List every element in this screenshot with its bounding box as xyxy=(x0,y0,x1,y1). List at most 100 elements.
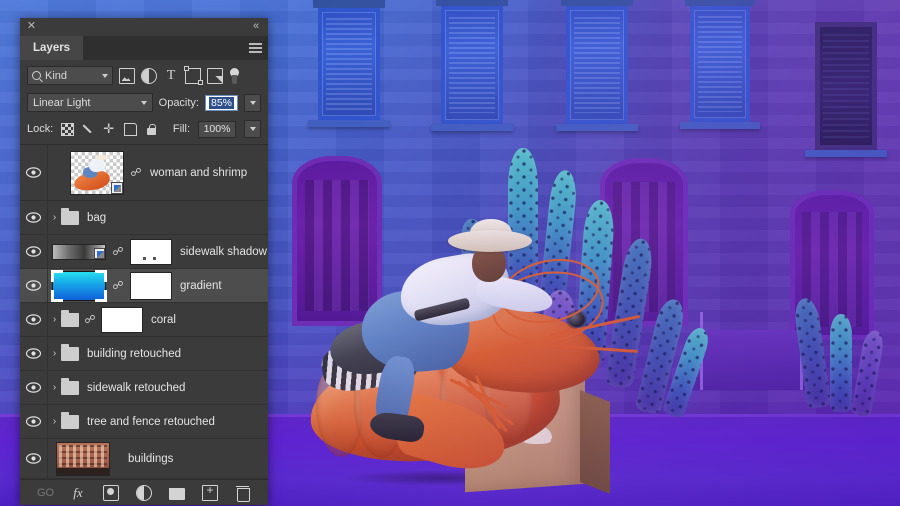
layer-visibility-toggle[interactable] xyxy=(20,145,48,200)
cowboy-hat-icon xyxy=(448,230,532,252)
filter-kind-label: Kind xyxy=(45,69,68,82)
layers-panel-footer: GO fx xyxy=(20,479,268,505)
group-expand-toggle[interactable]: › xyxy=(48,382,61,393)
layer-name[interactable]: building retouched xyxy=(87,348,181,360)
chevron-down-icon xyxy=(102,73,108,78)
layer-name[interactable]: sidewalk retouched xyxy=(87,382,185,394)
link-icon[interactable]: ☍ xyxy=(84,313,96,326)
layer-row-building-retouched[interactable]: › building retouched xyxy=(20,337,268,371)
layer-visibility-toggle[interactable] xyxy=(20,337,48,370)
layer-name[interactable]: woman and shrimp xyxy=(150,167,247,179)
layer-name[interactable]: gradient xyxy=(180,280,222,292)
opacity-input[interactable]: 85% xyxy=(205,94,238,111)
woman-and-shrimp-composite: Seafood xyxy=(300,219,720,495)
lock-transparent-pixels-icon[interactable] xyxy=(61,122,75,136)
lock-label: Lock: xyxy=(27,123,54,135)
layer-name[interactable]: bag xyxy=(87,212,106,224)
layer-visibility-toggle[interactable] xyxy=(20,439,48,478)
layer-thumbnail[interactable] xyxy=(56,441,110,476)
double-chevron-left-icon[interactable]: « xyxy=(248,20,263,33)
window xyxy=(685,0,755,122)
layer-thumbnail[interactable] xyxy=(70,150,124,195)
folder-icon[interactable] xyxy=(61,309,79,327)
add-layer-mask-button[interactable] xyxy=(103,484,119,501)
coral-cluster-right xyxy=(790,288,900,438)
close-icon[interactable]: ✕ xyxy=(25,20,38,33)
folder-icon[interactable] xyxy=(61,343,79,361)
window xyxy=(313,0,385,120)
folder-icon[interactable] xyxy=(61,207,79,225)
chevron-down-icon xyxy=(249,100,256,105)
layer-row-tree-and-fence-retouched[interactable]: › tree and fence retouched xyxy=(20,405,268,439)
layer-thumbnail[interactable] xyxy=(51,269,107,302)
window-sill xyxy=(805,150,887,157)
layer-row-buildings[interactable]: buildings xyxy=(20,439,268,479)
layer-name[interactable]: buildings xyxy=(128,453,173,465)
layer-thumbnail[interactable] xyxy=(52,243,106,260)
link-icon[interactable]: ☍ xyxy=(112,245,124,258)
new-adjustment-layer-button[interactable] xyxy=(136,484,152,501)
window-sill xyxy=(308,120,390,127)
filter-smart-object-icon[interactable] xyxy=(207,67,223,84)
lock-image-pixels-icon[interactable] xyxy=(82,123,95,136)
layer-style-fx-button[interactable]: fx xyxy=(70,485,86,501)
window xyxy=(436,0,508,124)
layers-panel: ✕ « Layers Kind T Linear Light Opacity: … xyxy=(20,18,268,505)
layer-name[interactable]: sidewalk shadow xyxy=(180,246,267,258)
cowgirl-rider xyxy=(318,219,570,444)
layer-row-sidewalk-shadow[interactable]: ☍ sidewalk shadow xyxy=(20,235,268,269)
dark-window xyxy=(815,22,877,150)
layer-mask-thumbnail[interactable] xyxy=(101,306,143,333)
lock-artboard-nesting-icon[interactable] xyxy=(124,122,138,136)
layer-name[interactable]: tree and fence retouched xyxy=(87,416,215,428)
filter-pixel-icon[interactable] xyxy=(119,67,135,84)
filter-shape-icon[interactable] xyxy=(183,66,203,85)
layer-row-sidewalk-retouched[interactable]: › sidewalk retouched xyxy=(20,371,268,405)
link-icon[interactable]: ☍ xyxy=(112,279,124,292)
folder-icon[interactable] xyxy=(61,411,79,429)
filter-adjustment-icon[interactable] xyxy=(141,67,157,84)
group-expand-toggle[interactable]: › xyxy=(48,348,61,359)
smart-object-badge-icon xyxy=(111,181,123,194)
blend-mode-value: Linear Light xyxy=(33,96,91,109)
lock-position-icon[interactable] xyxy=(103,121,116,136)
panel-titlebar: ✕ « xyxy=(20,18,268,36)
filter-kind-select[interactable]: Kind xyxy=(27,66,113,85)
panel-tab-row: Layers xyxy=(20,36,268,60)
fill-label: Fill: xyxy=(172,123,190,135)
layer-name[interactable]: coral xyxy=(151,314,176,326)
layer-visibility-toggle[interactable] xyxy=(20,405,48,438)
tab-layers[interactable]: Layers xyxy=(20,36,84,60)
panel-menu-icon[interactable] xyxy=(249,43,262,53)
opacity-stepper-button[interactable] xyxy=(244,93,261,112)
folder-icon[interactable] xyxy=(61,377,79,395)
chevron-down-icon xyxy=(249,127,256,131)
layer-visibility-toggle[interactable] xyxy=(20,235,48,268)
layer-mask-thumbnail[interactable] xyxy=(130,271,172,300)
group-expand-toggle[interactable]: › xyxy=(48,416,61,427)
new-group-button[interactable] xyxy=(169,488,185,500)
layer-visibility-toggle[interactable] xyxy=(20,371,48,404)
blend-mode-select[interactable]: Linear Light xyxy=(27,93,153,112)
fill-value[interactable]: 100% xyxy=(198,120,236,138)
chevron-down-icon xyxy=(140,100,147,105)
new-layer-button[interactable] xyxy=(202,483,218,501)
layer-visibility-toggle[interactable] xyxy=(20,303,48,336)
layer-mask-thumbnail[interactable] xyxy=(130,238,172,265)
group-expand-toggle[interactable]: › xyxy=(48,314,61,325)
layer-visibility-toggle[interactable] xyxy=(20,269,48,302)
delete-layer-button[interactable] xyxy=(235,485,251,502)
opacity-value: 85% xyxy=(208,96,234,109)
group-expand-toggle[interactable]: › xyxy=(48,212,61,223)
layer-row-gradient[interactable]: ☍ gradient xyxy=(20,269,268,303)
filter-toggle-switch[interactable] xyxy=(229,67,240,84)
layer-row-woman-and-shrimp[interactable]: ☍ woman and shrimp xyxy=(20,145,268,201)
layer-visibility-toggle[interactable] xyxy=(20,201,48,234)
filter-type-icon[interactable]: T xyxy=(163,68,179,84)
layer-row-coral[interactable]: › ☍ coral xyxy=(20,303,268,337)
fill-stepper-button[interactable] xyxy=(244,120,261,138)
layer-row-bag[interactable]: › bag xyxy=(20,201,268,235)
lock-all-icon[interactable] xyxy=(145,123,158,136)
link-layers-button[interactable]: GO xyxy=(37,485,54,501)
link-icon[interactable]: ☍ xyxy=(130,166,142,179)
